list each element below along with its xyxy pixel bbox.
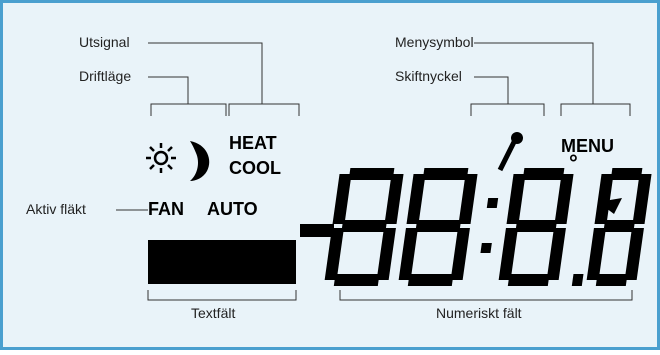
callout-aktiv-flakt: Aktiv fläkt — [26, 201, 86, 217]
text-field-block — [148, 240, 296, 284]
callout-menysymbol: Menysymbol — [395, 34, 474, 50]
heat-label: HEAT — [229, 133, 277, 153]
degree-symbol: ° — [569, 150, 578, 175]
callout-driftlage: Driftläge — [79, 68, 132, 84]
callout-utsignal: Utsignal — [79, 34, 130, 50]
cool-label: COOL — [229, 158, 281, 178]
fan-label: FAN — [148, 199, 184, 219]
minus-segment — [300, 224, 334, 237]
callout-skiftnyckel: Skiftnyckel — [395, 68, 462, 84]
decimal-point — [571, 274, 584, 286]
colon-dot-bottom — [480, 243, 492, 253]
diagram-frame: HEAT COOL FAN AUTO MENU ° Utsignal Drift… — [0, 0, 660, 350]
callout-numeriskt-falt: Numeriskt fält — [436, 305, 522, 321]
colon-dot-top — [486, 198, 499, 208]
callout-textfalt: Textfält — [191, 305, 236, 321]
auto-label: AUTO — [207, 199, 258, 219]
diagram-canvas — [0, 0, 660, 350]
